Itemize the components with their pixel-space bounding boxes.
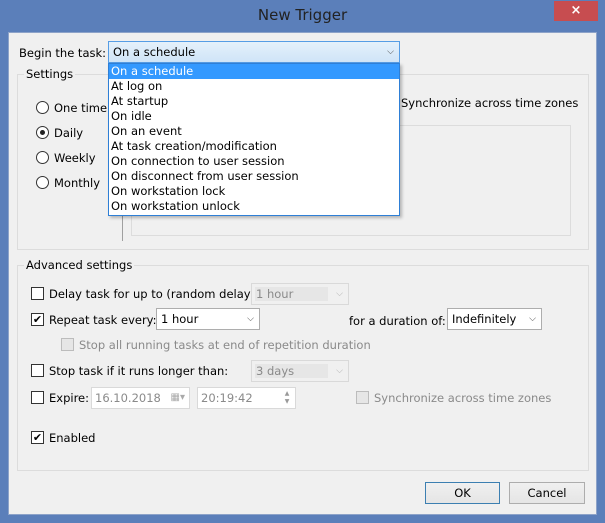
title-bar: New Trigger ×	[0, 0, 605, 32]
advanced-settings-title: Advanced settings	[24, 258, 135, 272]
repeat-interval-value: 1 hour	[161, 312, 199, 326]
dropdown-option[interactable]: On workstation lock	[109, 184, 399, 199]
cancel-button[interactable]: Cancel	[509, 482, 585, 504]
begin-task-dropdown-list: On a schedule At log on At startup On id…	[108, 63, 400, 216]
checkmark-icon: ✔	[32, 431, 43, 444]
radio-weekly-label: Weekly	[54, 151, 96, 165]
spin-up-icon[interactable]: ▲	[281, 390, 293, 398]
dropdown-option[interactable]: On an event	[109, 124, 399, 139]
dropdown-option[interactable]: On disconnect from user session	[109, 169, 399, 184]
settings-group-title: Settings	[24, 67, 76, 81]
stop-task-value: 3 days	[255, 364, 328, 378]
stop-all-tasks-checkbox[interactable]	[61, 338, 74, 351]
close-icon: ×	[570, 3, 582, 18]
new-trigger-dialog: New Trigger × Begin the task: On a sched…	[0, 0, 605, 523]
delay-task-checkbox[interactable]	[31, 287, 44, 300]
enabled-checkbox[interactable]: ✔	[31, 431, 44, 444]
time-spinner[interactable]: ▲ ▼	[281, 390, 293, 406]
radio-monthly[interactable]	[36, 176, 49, 189]
chevron-down-icon: ⌵	[247, 314, 254, 324]
delay-task-combo[interactable]: 1 hour ⌵	[251, 283, 349, 305]
radio-one-time-label: One time	[54, 101, 108, 115]
stop-task-label: Stop task if it runs longer than:	[49, 364, 229, 378]
dropdown-option[interactable]: At startup	[109, 94, 399, 109]
duration-label: for a duration of:	[349, 314, 446, 328]
dropdown-option[interactable]: On a schedule	[109, 64, 399, 79]
sync-time-zones-label: Synchronize across time zones	[401, 96, 579, 110]
chevron-down-icon: ⌵	[336, 289, 343, 299]
radio-monthly-label: Monthly	[54, 176, 101, 190]
begin-task-combo[interactable]: On a schedule ⌵	[108, 41, 400, 63]
stop-task-combo[interactable]: 3 days ⌵	[251, 360, 349, 382]
duration-value: Indefinitely	[452, 312, 517, 326]
calendar-icon[interactable]: ▦▾	[171, 388, 185, 408]
expire-sync-label: Synchronize across time zones	[374, 391, 552, 405]
repeat-task-checkbox[interactable]: ✔	[31, 313, 44, 326]
dropdown-option[interactable]: On idle	[109, 109, 399, 124]
expire-checkbox[interactable]	[31, 391, 44, 404]
radio-daily-label: Daily	[54, 126, 84, 140]
ok-button[interactable]: OK	[425, 482, 500, 504]
checkmark-icon: ✔	[32, 313, 43, 326]
window-title: New Trigger	[257, 6, 348, 24]
chevron-down-icon: ⌵	[529, 314, 536, 324]
chevron-down-icon: ⌵	[387, 47, 394, 57]
begin-task-value: On a schedule	[113, 45, 196, 59]
delay-task-value: 1 hour	[255, 287, 328, 301]
stop-task-checkbox[interactable]	[31, 364, 44, 377]
begin-task-label: Begin the task:	[19, 46, 107, 60]
chevron-down-icon: ⌵	[336, 366, 343, 376]
stop-all-tasks-label: Stop all running tasks at end of repetit…	[79, 338, 371, 352]
duration-combo[interactable]: Indefinitely ⌵	[447, 308, 542, 330]
radio-weekly[interactable]	[36, 151, 49, 164]
repeat-interval-combo[interactable]: 1 hour ⌵	[156, 308, 260, 330]
delay-task-label: Delay task for up to (random delay):	[49, 287, 259, 301]
expire-date-field[interactable]: 16.10.2018 ▦▾	[91, 387, 190, 409]
dropdown-option[interactable]: At log on	[109, 79, 399, 94]
dialog-client-area: Begin the task: On a schedule ⌵ Settings…	[8, 32, 597, 515]
close-button[interactable]: ×	[554, 1, 598, 21]
expire-time-field[interactable]: 20:19:42 ▲ ▼	[197, 387, 296, 409]
dropdown-option[interactable]: On connection to user session	[109, 154, 399, 169]
expire-sync-checkbox[interactable]	[356, 391, 369, 404]
repeat-task-label: Repeat task every:	[49, 313, 157, 327]
radio-daily[interactable]	[36, 126, 49, 139]
spin-down-icon[interactable]: ▼	[281, 398, 293, 406]
dropdown-option[interactable]: At task creation/modification	[109, 139, 399, 154]
dropdown-option[interactable]: On workstation unlock	[109, 199, 399, 214]
radio-one-time[interactable]	[36, 101, 49, 114]
expire-label: Expire:	[49, 391, 89, 405]
expire-time-value: 20:19:42	[201, 391, 253, 405]
expire-date-value: 16.10.2018	[95, 391, 161, 405]
enabled-label: Enabled	[49, 431, 96, 445]
